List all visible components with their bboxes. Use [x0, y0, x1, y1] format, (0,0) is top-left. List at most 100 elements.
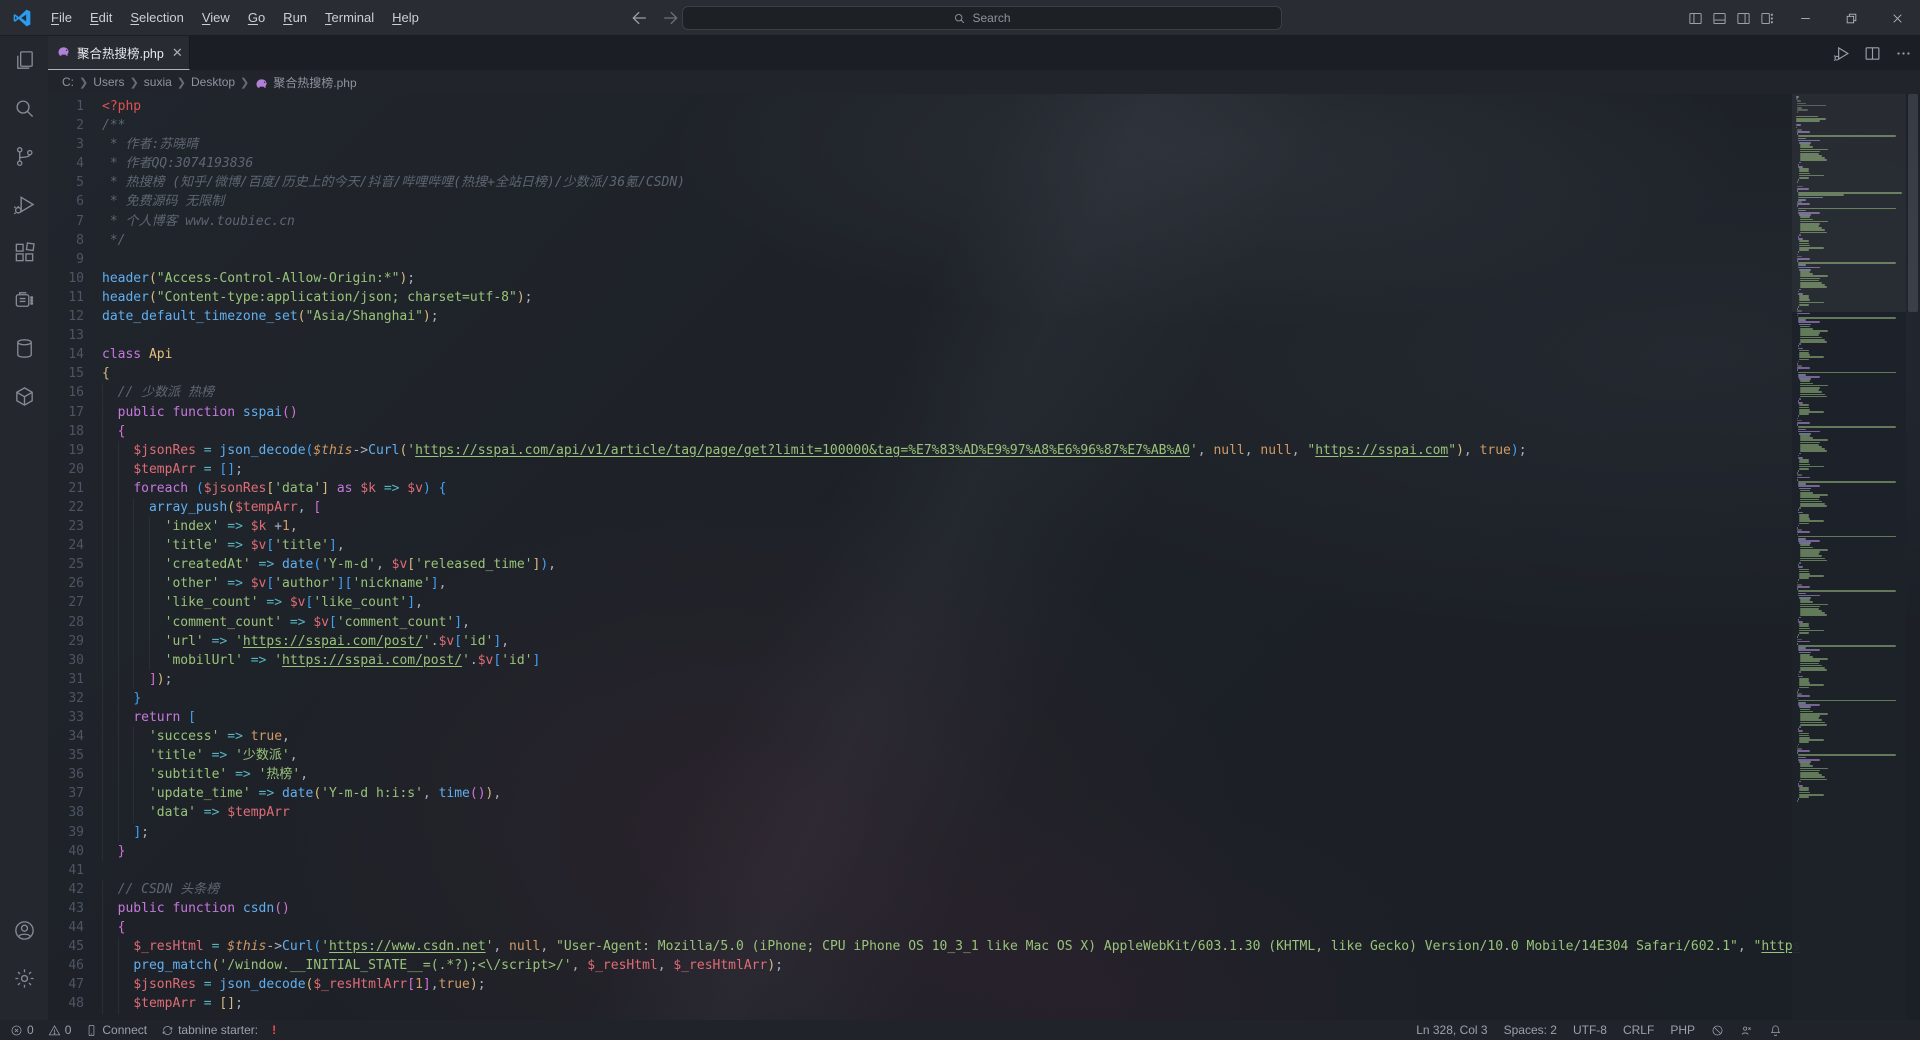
code-line[interactable]: 43 public function csdn(): [48, 899, 1920, 918]
code-line[interactable]: 5 * 热搜榜 (知乎/微博/百度/历史上的今天/抖音/哔哩哔哩(热搜+全站日榜…: [48, 173, 1920, 192]
menu-item-go[interactable]: Go: [239, 10, 274, 25]
code-line[interactable]: 1<?php: [48, 97, 1920, 116]
code-line[interactable]: 35 'title' => '少数派',: [48, 746, 1920, 765]
code-line[interactable]: 32 }: [48, 689, 1920, 708]
breadcrumb-item[interactable]: 聚合热搜榜.php: [254, 74, 356, 91]
menu-item-run[interactable]: Run: [274, 10, 316, 25]
code-line[interactable]: 39 ];: [48, 823, 1920, 842]
menu-item-file[interactable]: File: [42, 10, 81, 25]
code-line[interactable]: 37 'update_time' => date('Y-m-d h:i:s', …: [48, 784, 1920, 803]
code-line[interactable]: 8 */: [48, 231, 1920, 250]
breadcrumb-item[interactable]: Desktop: [191, 75, 235, 89]
code-line[interactable]: 26 'other' => $v['author']['nickname'],: [48, 574, 1920, 593]
status-item-0[interactable]: 0: [48, 1023, 72, 1037]
status-item-tabnine-starter-[interactable]: tabnine starter:: [161, 1023, 258, 1037]
activity-explorer-icon[interactable]: [0, 36, 48, 84]
code-line[interactable]: 30 'mobilUrl' => 'https://sspai.com/post…: [48, 651, 1920, 670]
code-line[interactable]: 44 {: [48, 918, 1920, 937]
split-editor-icon[interactable]: [1864, 45, 1881, 62]
code-line[interactable]: 38 'data' => $tempArr: [48, 803, 1920, 822]
search-input[interactable]: Search: [682, 6, 1282, 30]
navigate-forward-icon[interactable]: [660, 8, 680, 28]
status-item-ln-328-col-3[interactable]: Ln 328, Col 3: [1416, 1023, 1487, 1037]
scrollbar-thumb[interactable]: [1908, 94, 1918, 312]
code-line[interactable]: 6 * 免费源码 无限制: [48, 192, 1920, 211]
customize-layout-icon[interactable]: [1760, 11, 1775, 26]
code-line[interactable]: 12date_default_timezone_set("Asia/Shangh…: [48, 307, 1920, 326]
activity-search-icon[interactable]: [0, 84, 48, 132]
activity-cube-icon[interactable]: [0, 372, 48, 420]
activity-remote-box-icon[interactable]: [0, 276, 48, 324]
code-line[interactable]: 21 foreach ($jsonRes['data'] as $k => $v…: [48, 479, 1920, 498]
code-content[interactable]: 1<?php2/**3 * 作者:苏晓晴4 * 作者QQ:30741938365…: [48, 97, 1920, 1014]
menu-item-selection[interactable]: Selection: [121, 10, 192, 25]
code-editor[interactable]: 1<?php2/**3 * 作者:苏晓晴4 * 作者QQ:30741938365…: [48, 94, 1920, 1020]
status-item-spaces-2[interactable]: Spaces: 2: [1504, 1023, 1557, 1037]
status-item-block[interactable]: [1711, 1024, 1724, 1037]
close-window-button[interactable]: [1875, 0, 1919, 36]
code-line[interactable]: 48 $tempArr = [];: [48, 994, 1920, 1013]
run-or-debug-icon[interactable]: [1833, 45, 1850, 62]
menu-item-edit[interactable]: Edit: [81, 10, 121, 25]
activity-run-debug-icon[interactable]: [0, 180, 48, 228]
code-line[interactable]: 28 'comment_count' => $v['comment_count'…: [48, 613, 1920, 632]
activity-settings-icon[interactable]: [0, 954, 48, 1002]
code-line[interactable]: 14class Api: [48, 345, 1920, 364]
more-actions-icon[interactable]: [1895, 45, 1912, 62]
status-item-0[interactable]: 0: [10, 1023, 34, 1037]
code-line[interactable]: 19 $jsonRes = json_decode($this->Curl('h…: [48, 441, 1920, 460]
code-line[interactable]: 2/**: [48, 116, 1920, 135]
code-line[interactable]: 15{: [48, 364, 1920, 383]
toggle-sidebar-icon[interactable]: [1688, 11, 1703, 26]
status-item-feedback[interactable]: [1740, 1024, 1753, 1037]
code-line[interactable]: 22 array_push($tempArr, [: [48, 498, 1920, 517]
code-line[interactable]: 31 ]);: [48, 670, 1920, 689]
activity-account-icon[interactable]: [0, 906, 48, 954]
minimize-button[interactable]: [1783, 0, 1827, 36]
code-line[interactable]: 27 'like_count' => $v['like_count'],: [48, 593, 1920, 612]
code-line[interactable]: 17 public function sspai(): [48, 403, 1920, 422]
minimap-slider[interactable]: [1792, 94, 1906, 312]
code-line[interactable]: 24 'title' => $v['title'],: [48, 536, 1920, 555]
code-line[interactable]: 13: [48, 326, 1920, 345]
toggle-panel-icon[interactable]: [1712, 11, 1727, 26]
code-line[interactable]: 45 $_resHtml = $this->Curl('https://www.…: [48, 937, 1920, 956]
tab-close-icon[interactable]: ✕: [172, 46, 183, 59]
activity-extensions-icon[interactable]: [0, 228, 48, 276]
status-item-crlf[interactable]: CRLF: [1623, 1023, 1654, 1037]
code-line[interactable]: 36 'subtitle' => '热榜',: [48, 765, 1920, 784]
status-item-connect[interactable]: Connect: [85, 1023, 147, 1037]
activity-source-control-icon[interactable]: [0, 132, 48, 180]
restore-button[interactable]: [1829, 0, 1873, 36]
code-line[interactable]: 47 $jsonRes = json_decode($_resHtmlArr[1…: [48, 975, 1920, 994]
code-line[interactable]: 9: [48, 250, 1920, 269]
activity-database-icon[interactable]: [0, 324, 48, 372]
code-line[interactable]: 10header("Access-Control-Allow-Origin:*"…: [48, 269, 1920, 288]
tab-active-file[interactable]: 聚合热搜榜.php ✕: [48, 36, 190, 70]
menu-item-help[interactable]: Help: [383, 10, 428, 25]
breadcrumb-item[interactable]: Users: [93, 75, 124, 89]
code-line[interactable]: 11header("Content-type:application/json;…: [48, 288, 1920, 307]
status-item-php[interactable]: PHP: [1670, 1023, 1695, 1037]
code-line[interactable]: 7 * 个人博客 www.toubiec.cn: [48, 212, 1920, 231]
menu-item-terminal[interactable]: Terminal: [316, 10, 383, 25]
code-line[interactable]: 40 }: [48, 842, 1920, 861]
code-line[interactable]: 33 return [: [48, 708, 1920, 727]
code-line[interactable]: 3 * 作者:苏晓晴: [48, 135, 1920, 154]
code-line[interactable]: 4 * 作者QQ:3074193836: [48, 154, 1920, 173]
code-line[interactable]: 25 'createdAt' => date('Y-m-d', $v['rele…: [48, 555, 1920, 574]
code-line[interactable]: 23 'index' => $k +1,: [48, 517, 1920, 536]
code-line[interactable]: 46 preg_match('/window.__INITIAL_STATE__…: [48, 956, 1920, 975]
code-line[interactable]: 29 'url' => 'https://sspai.com/post/'.$v…: [48, 632, 1920, 651]
vertical-scrollbar[interactable]: [1906, 94, 1920, 1020]
navigate-back-icon[interactable]: [630, 8, 650, 28]
status-item-utf-8[interactable]: UTF-8: [1573, 1023, 1607, 1037]
toggle-secondary-sidebar-icon[interactable]: [1736, 11, 1751, 26]
status-item-![interactable]: !: [272, 1023, 276, 1037]
minimap[interactable]: [1792, 94, 1906, 1020]
status-item-bell[interactable]: [1769, 1024, 1782, 1037]
code-line[interactable]: 41: [48, 861, 1920, 880]
code-line[interactable]: 42 // CSDN 头条榜: [48, 880, 1920, 899]
breadcrumb-item[interactable]: suxia: [144, 75, 172, 89]
code-line[interactable]: 18 {: [48, 422, 1920, 441]
